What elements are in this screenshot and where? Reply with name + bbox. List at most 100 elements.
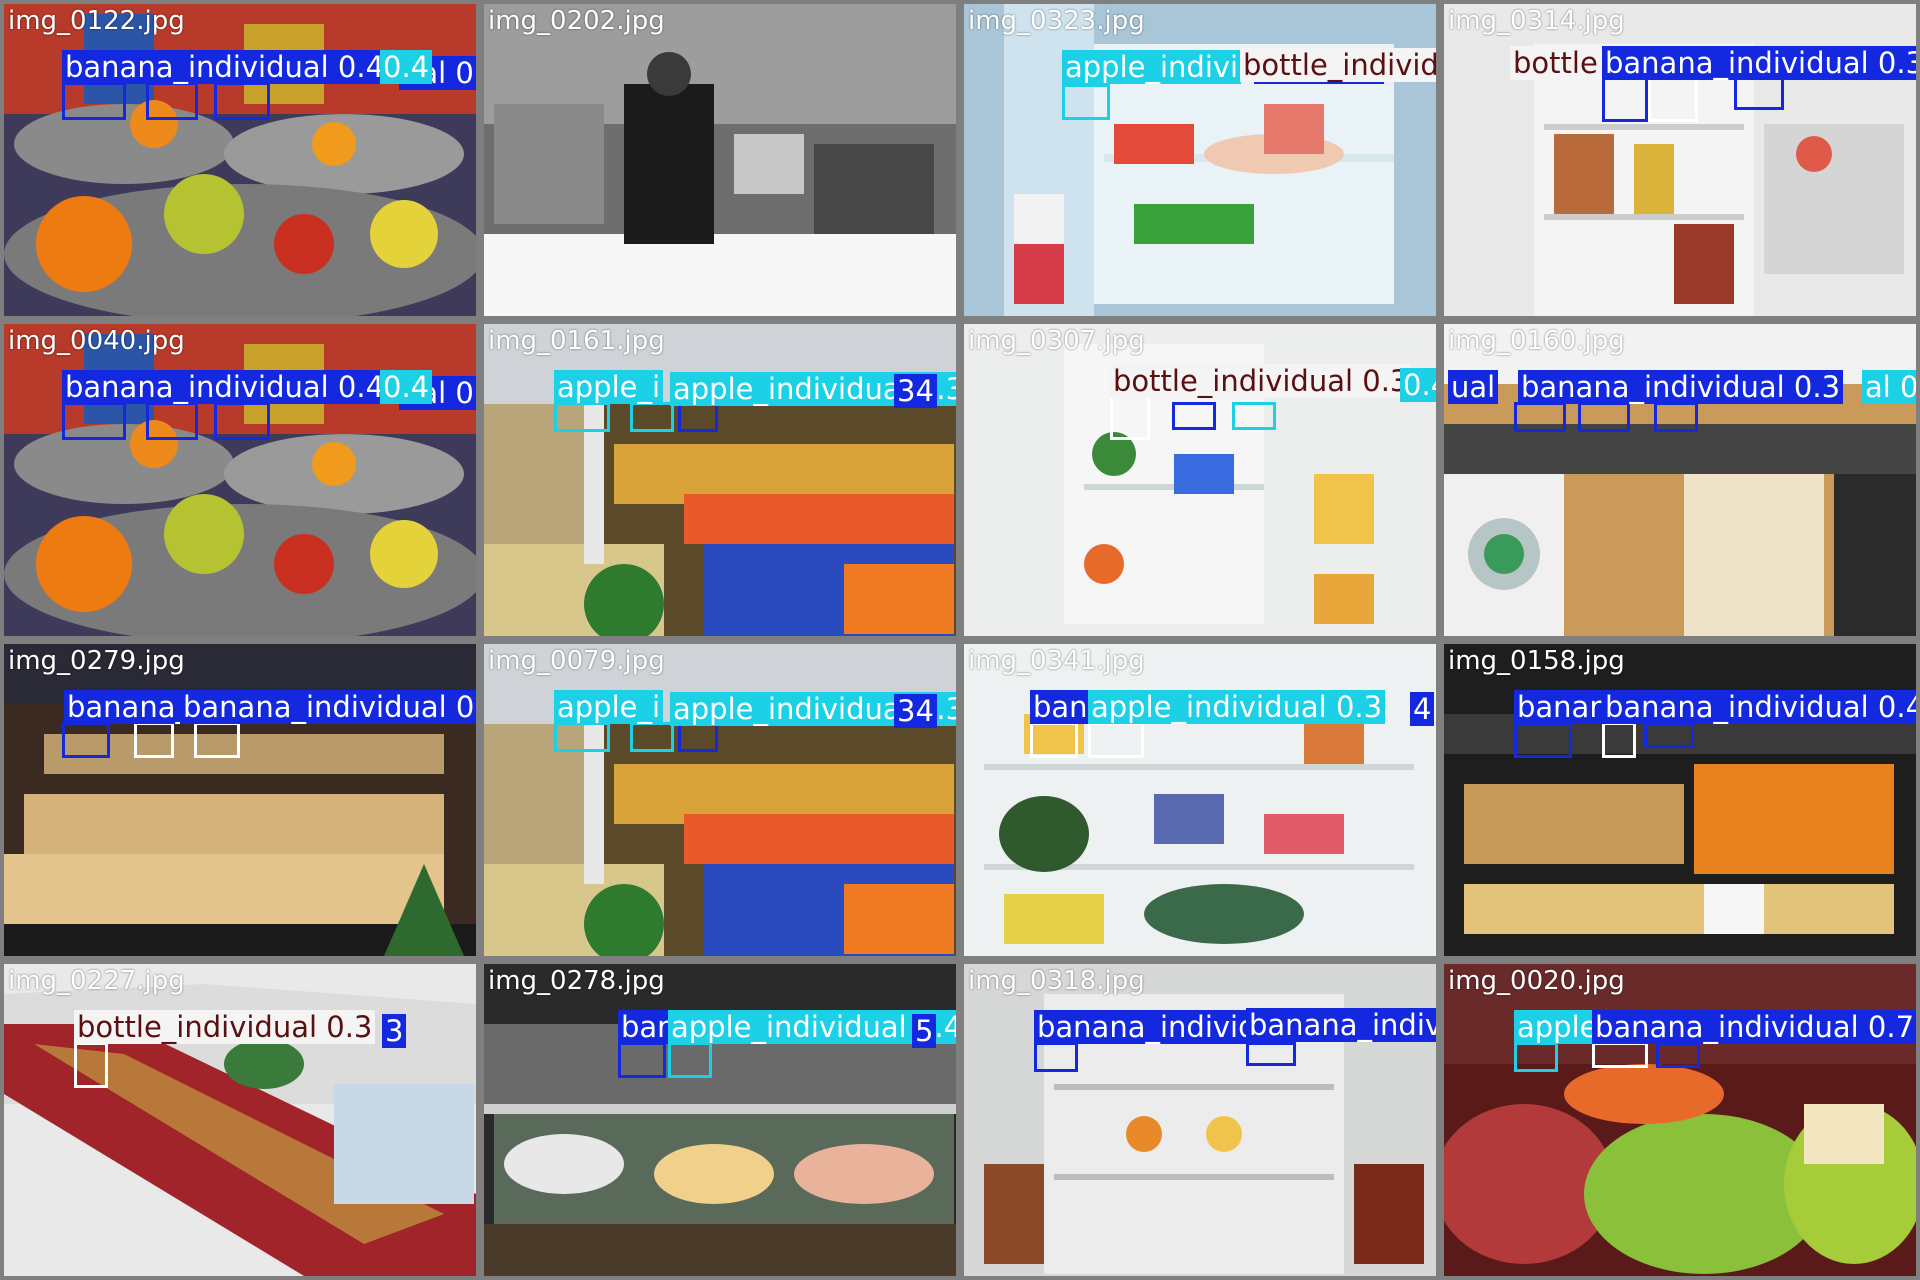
detection-box [1592, 1042, 1648, 1068]
file-name: img_0307.jpg [968, 326, 1145, 356]
tile-img-0160: img_0160.jpg ual al 0.3 banana_individua… [1440, 320, 1920, 640]
tile-img-0079: img_0079.jpg apple_i apple_individual 0.… [480, 640, 960, 960]
file-name: img_0160.jpg [1448, 326, 1625, 356]
detection-label: banana_individual 0.3 [180, 690, 476, 724]
kitchen-bw-photo [484, 4, 956, 316]
detection-label: apple [1514, 1010, 1601, 1044]
detection-label: apple_i [554, 370, 664, 404]
detection-box [62, 402, 126, 440]
detection-box [618, 1042, 666, 1078]
detection-label: banana_individual [1246, 1008, 1436, 1042]
file-name: img_0341.jpg [968, 646, 1145, 676]
file-name: img_0079.jpg [488, 646, 665, 676]
tile-img-0318: img_0318.jpg banana_individ banana_indiv… [960, 960, 1440, 1280]
detection-label: 5 [912, 1014, 937, 1048]
detection-box [630, 722, 674, 752]
file-name: img_0318.jpg [968, 966, 1145, 996]
detection-box [1654, 402, 1698, 432]
detection-box [1030, 722, 1078, 758]
detection-box [1602, 722, 1636, 758]
file-name: img_0323.jpg [968, 6, 1145, 36]
tile-img-0341: img_0341.jpg bana apple_individual 0.3 4 [960, 640, 1440, 960]
detection-label: bottle [1510, 46, 1601, 80]
detection-box [1034, 1042, 1078, 1072]
detection-label: 0.4 [380, 50, 433, 84]
detection-label: banana_individual 0.4 [62, 50, 388, 84]
detection-label: apple_indivi [1062, 50, 1242, 84]
detection-box [554, 402, 610, 432]
detection-box [1110, 394, 1150, 440]
detection-label: 0.4 [380, 370, 433, 404]
detection-box [194, 722, 240, 758]
file-name: img_0227.jpg [8, 966, 185, 996]
detection-grid: img_0122.jpg ual 0.4 banana_individual 0… [0, 0, 1920, 1280]
detection-box [1246, 1042, 1296, 1066]
detection-label: bottle_individual 0.3 [1240, 48, 1436, 82]
detection-box [1644, 722, 1694, 748]
detection-box [74, 1042, 108, 1088]
file-name: img_0040.jpg [8, 326, 185, 356]
detection-label: bottle_individual 0.3 [74, 1010, 376, 1044]
detection-box [1648, 74, 1698, 122]
file-name: img_0020.jpg [1448, 966, 1625, 996]
detection-label: banana_individual 0.3 [1602, 46, 1916, 80]
detection-label: 0.4 [1400, 368, 1436, 402]
tile-img-0307: img_0307.jpg bottle_individual 0.3 0.4 [960, 320, 1440, 640]
detection-box [1514, 1042, 1558, 1072]
detection-box [678, 402, 718, 432]
detection-label: al 0.3 [1862, 370, 1916, 404]
detection-box [1656, 1042, 1700, 1068]
detection-label: banar [1514, 690, 1605, 724]
detection-box [1232, 402, 1276, 430]
detection-box [62, 82, 126, 120]
tile-img-0279: img_0279.jpg banana_i banana_individual … [0, 640, 480, 960]
tile-img-0040: img_0040.jpg ual 0.4 banana_individual 0… [0, 320, 480, 640]
detection-box [214, 402, 270, 440]
detection-box [62, 722, 110, 758]
detection-label: bottle_individual 0.3 [1110, 364, 1412, 398]
detection-label: banana_individual 0.3 [1518, 370, 1844, 404]
detection-box [1514, 402, 1566, 432]
detection-label: 34 [894, 694, 937, 728]
detection-label: apple_individual 0.3 [1088, 690, 1386, 724]
detection-box [1514, 722, 1572, 758]
tile-img-0227: img_0227.jpg 3 bottle_individual 0.3 [0, 960, 480, 1280]
detection-box [146, 402, 198, 440]
tile-img-0020: img_0020.jpg apple banana_individual 0.7 [1440, 960, 1920, 1280]
detection-label: banana_individ [1034, 1010, 1260, 1044]
detection-box [1088, 722, 1144, 758]
detection-box [554, 722, 610, 752]
file-name: img_0202.jpg [488, 6, 665, 36]
tile-img-0158: img_0158.jpg banar banana_individual 0.4 [1440, 640, 1920, 960]
detection-box [630, 402, 674, 432]
detection-label: banana_individual 0.4 [62, 370, 388, 404]
tile-img-0314: img_0314.jpg bottle banana_individual 0.… [1440, 0, 1920, 320]
detection-label: ual [1448, 370, 1499, 404]
tile-img-0202: img_0202.jpg [480, 0, 960, 320]
detection-box [668, 1042, 712, 1078]
tile-img-0122: img_0122.jpg ual 0.4 banana_individual 0… [0, 0, 480, 320]
detection-label: 34 [894, 374, 937, 408]
detection-label: apple_i [554, 690, 664, 724]
detection-box [214, 82, 270, 120]
detection-box [1578, 402, 1630, 432]
file-name: img_0158.jpg [1448, 646, 1625, 676]
detection-box [1062, 84, 1110, 120]
file-name: img_0122.jpg [8, 6, 185, 36]
file-name: img_0314.jpg [1448, 6, 1625, 36]
detection-label: 4 [1410, 692, 1435, 726]
tile-img-0278: img_0278.jpg bana apple_individual 0.4 5 [480, 960, 960, 1280]
file-name: img_0279.jpg [8, 646, 185, 676]
detection-label: banana_individual 0.7 [1592, 1010, 1916, 1044]
detection-box [1172, 402, 1216, 430]
detection-box [146, 82, 198, 120]
detection-label: 3 [382, 1014, 407, 1048]
detection-box [678, 722, 718, 752]
tile-img-0323: img_0323.jpg apple_indivi bottle_individ… [960, 0, 1440, 320]
detection-box [1602, 74, 1648, 122]
detection-label: banana_individual 0.4 [1602, 690, 1916, 724]
tile-img-0161: img_0161.jpg apple_i apple_individual 0.… [480, 320, 960, 640]
file-name: img_0161.jpg [488, 326, 665, 356]
file-name: img_0278.jpg [488, 966, 665, 996]
detection-box [134, 722, 174, 758]
